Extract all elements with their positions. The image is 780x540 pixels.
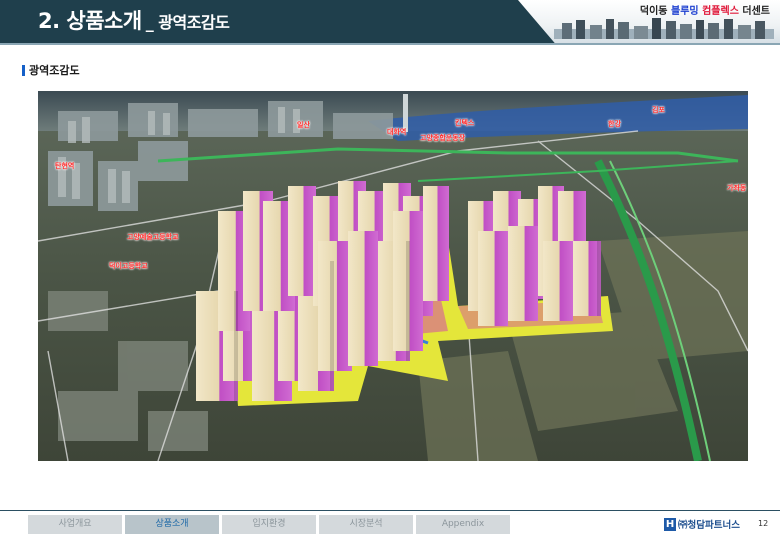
tab-market-analysis[interactable]: 시장분석 [319,515,413,534]
header-rule [0,43,780,45]
brand-part-3: 컴플렉스 [702,6,739,17]
company-logo: H ㈜청담파트너스 [664,517,740,531]
map-label-deogi-highschool: 덕이고등학교 [109,262,148,270]
tab-location[interactable]: 입지환경 [222,515,316,534]
map-label-gimpo: 김포 [652,106,665,114]
brand-part-1: 덕이동 [639,6,668,17]
company-name: ㈜청담파트너스 [678,520,740,531]
tab-appendix[interactable]: Appendix [416,515,510,534]
map-label-gajwa-dong: 가좌동 [727,184,747,192]
brand-part-4: 더센트 [742,6,770,17]
header-bar: 2. 상품소개 _ 광역조감도 덕이동 블루밍 컴플렉스 더센트 [0,0,780,43]
map-label-hangang: 한강 [608,120,621,128]
skyline-illustration [554,18,774,39]
page-subtitle: _ 광역조감도 [145,13,230,32]
brand-name: 덕이동 블루밍 컴플렉스 더센트 [640,2,770,17]
section-marker [22,64,25,76]
map-label-kintex: 킨텍스 [455,119,475,127]
map-label-daehwa-station: 대화역 [387,128,407,136]
brand-banner: 덕이동 블루밍 컴플렉스 더센트 [518,0,780,43]
page-title: 2. 상품소개 _ 광역조감도 [38,5,230,35]
brand-part-2: 블루밍 [671,6,699,17]
map-label-arts-highschool: 고양예술고등학교 [127,233,179,241]
footer-tabs: 사업개요 상품소개 입지환경 시장분석 Appendix [28,515,510,534]
tab-product-intro[interactable]: 상품소개 [125,515,219,534]
map-label-tanhyeon-station: 탄현역 [55,162,75,170]
map-label-goyang-stadium: 고양종합운동장 [420,134,466,142]
logo-mark-icon: H [664,517,676,531]
tab-business-overview[interactable]: 사업개요 [28,515,122,534]
section-title: 광역조감도 [29,64,80,77]
footer-rule [0,510,780,511]
aerial-rendering: 일산 대화역 킨텍스 고양종합운동장 한강 김포 탄현역 가좌동 고양예술고등학… [38,91,748,461]
aerial-illustration [38,91,748,461]
page-number: 12 [758,519,769,528]
page-title-main: 2. 상품소개 [38,9,142,33]
map-label-ilsan: 일산 [297,121,310,129]
section-heading: 광역조감도 [22,62,80,78]
